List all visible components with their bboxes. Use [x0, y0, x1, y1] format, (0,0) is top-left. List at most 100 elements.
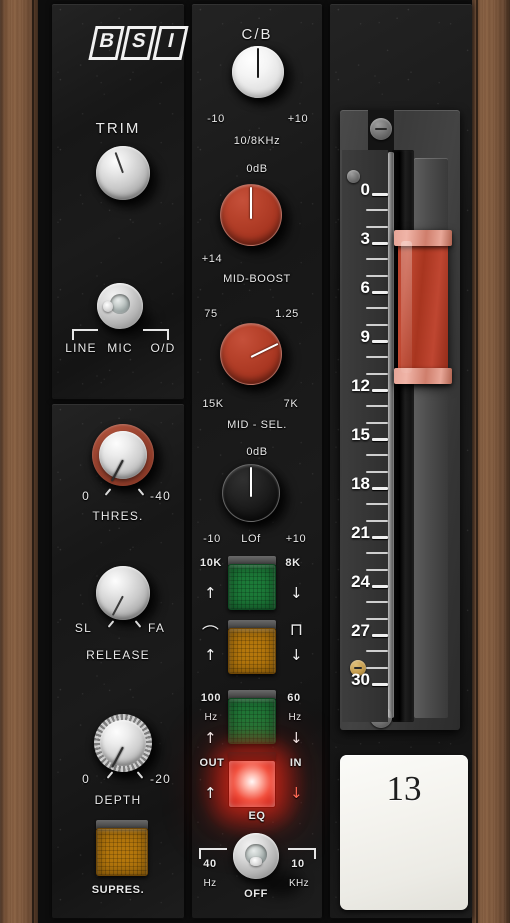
lf-top-label: 0dB	[246, 446, 268, 458]
hf-gain-knob[interactable]	[232, 46, 284, 98]
mid-sel-lower-left-label: 15K	[202, 398, 224, 410]
depth-max-label: -20	[150, 772, 171, 786]
eq-in-arrow-icon: ↓	[290, 784, 303, 802]
threshold-knob[interactable]	[92, 424, 154, 486]
source-toggle-switch[interactable]	[97, 283, 143, 329]
hf-freq-down-arrow-icon: ↓	[290, 584, 303, 602]
fader-minor-tick	[366, 568, 388, 571]
supres-button[interactable]	[96, 820, 148, 876]
mid-sel-name-label: MID - SEL.	[227, 419, 287, 431]
fader-scale-number: 12	[351, 376, 370, 395]
wood-side-panel-right	[472, 0, 510, 923]
fader-major-tick	[372, 389, 388, 392]
lf-freq-up-arrow-icon: ↑	[204, 729, 217, 747]
fader-minor-tick	[366, 274, 388, 277]
release-max-label: FA	[148, 621, 166, 635]
fader-major-tick	[372, 585, 388, 588]
fader-major-tick	[372, 242, 388, 245]
eq-caption-label: EQ	[248, 810, 266, 822]
fader-scale-number: 0	[360, 180, 370, 199]
fader-scale-number: 9	[360, 327, 370, 346]
supres-label: SUPRES.	[91, 884, 145, 896]
filter-left-label: 40	[203, 858, 217, 870]
release-min-label: SL	[74, 621, 92, 635]
hf-shape-down-arrow-icon: ↓	[290, 646, 303, 664]
mid-boost-max-label: +14	[201, 253, 223, 265]
fader-scale-number: 15	[351, 425, 370, 444]
trim-label: TRIM	[95, 120, 141, 137]
lf-freq-button[interactable]	[228, 690, 276, 744]
wood-side-panel-left	[0, 0, 38, 923]
hf-gain-min-label: -10	[207, 113, 225, 125]
filter-toggle-switch[interactable]	[233, 833, 279, 879]
threshold-min-label: 0	[82, 489, 90, 503]
filter-off-label: OFF	[244, 888, 268, 900]
switch-label-od: O/D	[150, 341, 176, 355]
shelf-curve-icon: ⊓	[289, 620, 305, 639]
lf-freq-right-unit: Hz	[288, 712, 302, 723]
eq-in-out-button[interactable]	[228, 752, 276, 808]
fader-major-tick	[372, 291, 388, 294]
mid-sel-lower-right-label: 7K	[283, 398, 299, 410]
logo-letter: B	[88, 26, 125, 60]
threshold-max-label: -40	[150, 489, 171, 503]
bell-curve-icon: ⌒	[201, 625, 221, 644]
switch-label-mic: MIC	[107, 341, 133, 355]
bsi-logo: B S I	[88, 26, 189, 60]
hf-freq-button[interactable]	[228, 556, 276, 610]
mid-sel-knob[interactable]	[220, 323, 282, 385]
mid-sel-upper-right-label: 1.25	[275, 308, 299, 320]
console-channel-strip: B S I document.getElementById('logo').st…	[0, 0, 510, 923]
line-bracket	[72, 329, 98, 340]
fader-scale-number: 27	[351, 621, 370, 640]
lf-freq-left-unit: Hz	[204, 712, 218, 723]
fader-scale-number: 6	[360, 278, 370, 297]
hf-freq-label: 10/8KHz	[233, 135, 281, 147]
fader-minor-tick	[366, 470, 388, 473]
eq-in-label: IN	[289, 757, 303, 769]
filter-right-label: 10	[291, 858, 305, 870]
fader-major-tick	[372, 634, 388, 637]
fader-major-tick	[372, 683, 388, 686]
fader-scale-number: 3	[360, 229, 370, 248]
lf-max-label: +10	[285, 533, 307, 545]
release-label: RELEASE	[86, 648, 150, 662]
fader-major-tick	[372, 438, 388, 441]
mid-boost-name-label: MID-BOOST	[223, 273, 291, 285]
lf-center-label: LOf	[241, 533, 261, 545]
fader-minor-tick	[366, 372, 388, 375]
hf-freq-up-arrow-icon: ↑	[204, 584, 217, 602]
trim-knob[interactable]	[96, 146, 150, 200]
lf-freq-down-arrow-icon: ↓	[290, 729, 303, 747]
hf-gain-max-label: +10	[287, 113, 309, 125]
fader-major-tick	[372, 487, 388, 490]
fader-minor-tick	[366, 421, 388, 424]
fader-scale-number: 21	[351, 523, 370, 542]
release-knob[interactable]	[96, 566, 150, 620]
lf-min-label: -10	[203, 533, 221, 545]
fader-minor-tick	[366, 323, 388, 326]
fader-minor-tick	[366, 666, 388, 669]
depth-min-label: 0	[82, 772, 90, 786]
lf-gain-knob[interactable]	[222, 464, 280, 522]
fader-minor-tick	[366, 519, 388, 522]
mid-boost-top-label: 0dB	[246, 163, 268, 175]
mid-sel-upper-left-label: 75	[204, 308, 218, 320]
mid-boost-knob[interactable]	[220, 184, 282, 246]
fader-major-tick	[372, 536, 388, 539]
fader-scale-number: 18	[351, 474, 370, 493]
hf-shape-button[interactable]	[228, 620, 276, 674]
lf-freq-left-label: 100	[200, 692, 222, 704]
depth-label: DEPTH	[94, 793, 142, 807]
fader-scale-number: 24	[351, 572, 370, 591]
logo-letter: S	[120, 26, 157, 60]
fader-minor-tick	[366, 617, 388, 620]
fader-top-screw	[370, 118, 392, 140]
cb-label: C/B	[241, 26, 273, 43]
channel-number: 13	[386, 769, 422, 808]
fader-knob[interactable]	[394, 230, 452, 384]
depth-knob[interactable]	[94, 714, 152, 772]
hf-freq-left-label: 10K	[200, 557, 222, 569]
fader-major-tick	[372, 193, 388, 196]
channel-label-strip[interactable]: 13	[340, 755, 468, 910]
